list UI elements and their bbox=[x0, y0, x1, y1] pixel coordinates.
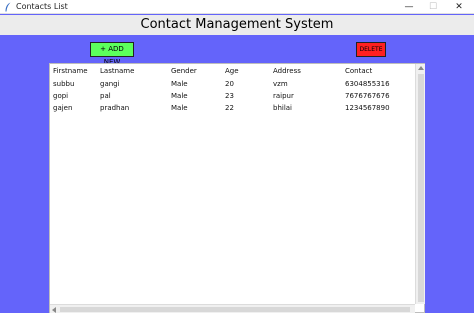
horizontal-scroll-thumb[interactable] bbox=[60, 307, 410, 312]
table-cell: 22 bbox=[225, 104, 234, 112]
close-button[interactable]: ✕ bbox=[448, 0, 470, 14]
column-header-firstname[interactable]: Firstname bbox=[53, 67, 88, 76]
table-cell: bhilai bbox=[273, 104, 293, 112]
table-cell: gopi bbox=[53, 92, 69, 100]
table-cell: Male bbox=[171, 80, 188, 88]
title-bar: Contacts List — ☐ ✕ bbox=[0, 0, 474, 14]
horizontal-scrollbar[interactable] bbox=[50, 304, 415, 313]
column-header-gender[interactable]: Gender bbox=[171, 67, 197, 76]
table-cell: gajen bbox=[53, 104, 73, 112]
table-cell: Male bbox=[171, 92, 188, 100]
table-cell: 1234567890 bbox=[345, 104, 390, 112]
table-row[interactable]: subbu gangi Male 20 vzm 6304855316 bbox=[50, 80, 414, 92]
table-cell: pradhan bbox=[100, 104, 130, 112]
feather-icon bbox=[5, 2, 11, 12]
table-cell: raipur bbox=[273, 92, 294, 100]
vertical-scrollbar[interactable] bbox=[415, 64, 425, 304]
maximize-button[interactable]: ☐ bbox=[422, 0, 444, 14]
table-cell: Male bbox=[171, 104, 188, 112]
column-header-address[interactable]: Address bbox=[273, 67, 301, 76]
scroll-up-arrow-icon[interactable] bbox=[418, 66, 424, 70]
header-bar: Contact Management System bbox=[0, 15, 474, 35]
table-row[interactable]: gajen pradhan Male 22 bhilai 1234567890 bbox=[50, 104, 414, 116]
table-cell: pal bbox=[100, 92, 111, 100]
table-row[interactable]: gopi pal Male 23 raipur 7676767676 bbox=[50, 92, 414, 104]
column-header-contact[interactable]: Contact bbox=[345, 67, 372, 76]
table-cell: vzm bbox=[273, 80, 288, 88]
table-cell: 20 bbox=[225, 80, 234, 88]
table-cell: gangi bbox=[100, 80, 120, 88]
delete-button[interactable]: DELETE bbox=[356, 42, 386, 57]
table-cell: 23 bbox=[225, 92, 234, 100]
table-cell: 6304855316 bbox=[345, 80, 390, 88]
scroll-left-arrow-icon[interactable] bbox=[52, 307, 56, 313]
column-header-age[interactable]: Age bbox=[225, 67, 239, 76]
minimize-button[interactable]: — bbox=[398, 0, 420, 14]
contacts-table[interactable]: Firstname Lastname Gender Age Address Contact… bbox=[49, 63, 425, 313]
vertical-scroll-thumb[interactable] bbox=[418, 74, 424, 302]
page-title: Contact Management System bbox=[140, 17, 334, 32]
table-cell: 7676767676 bbox=[345, 92, 390, 100]
column-header-lastname[interactable]: Lastname bbox=[100, 67, 134, 76]
add-new-button[interactable]: + ADD NEW bbox=[90, 42, 134, 66]
window-title: Contacts List bbox=[16, 2, 68, 11]
table-cell: subbu bbox=[53, 80, 75, 88]
